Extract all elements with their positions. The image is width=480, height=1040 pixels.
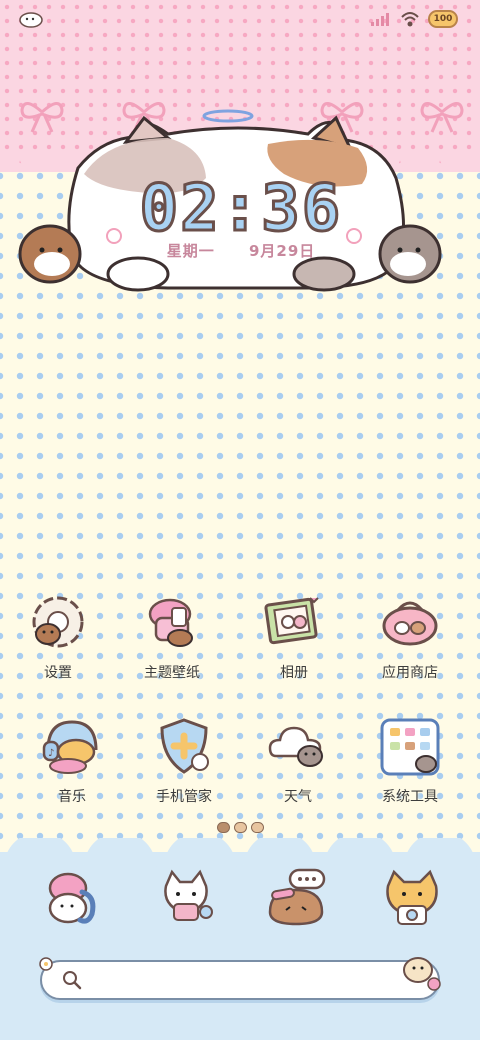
app-label: 设置 [44, 665, 72, 681]
phone-bunny-icon[interactable] [40, 866, 104, 930]
tools-folder-icon [380, 718, 440, 776]
theme-bunny-icon [148, 598, 193, 647]
flower-icon [39, 957, 53, 971]
page-dot-3[interactable] [250, 822, 264, 833]
app-label: 手机管家 [156, 789, 212, 805]
app-label: 天气 [284, 789, 312, 805]
app-label: 系统工具 [382, 789, 438, 805]
weather-cloud-icon [268, 726, 323, 767]
signal-icon [371, 13, 389, 26]
app-theme[interactable]: 主题壁纸 [122, 592, 222, 702]
clock-date: 星期一 9月29日 [18, 240, 464, 261]
status-bar: 100 [0, 0, 480, 36]
app-phone-manager[interactable]: 手机管家 [134, 716, 234, 826]
page-dot-1[interactable] [216, 822, 230, 833]
sheep-mascot-icon [19, 12, 43, 28]
clock-time: 02:36 [138, 171, 343, 248]
gear-bunny-icon [32, 596, 84, 648]
app-store[interactable]: 应用商店 [360, 592, 460, 702]
weekday-label: 星期一 [166, 242, 215, 260]
app-gallery[interactable]: 相册 [244, 592, 344, 702]
page-dot-2[interactable] [233, 822, 247, 833]
shield-plus-icon [160, 718, 209, 774]
wifi-icon [401, 12, 419, 27]
messages-cat-icon[interactable] [154, 866, 218, 930]
camera-hamster-icon[interactable] [380, 866, 444, 930]
clock-widget[interactable]: 02:36 星期一 9月29日 [18, 108, 464, 298]
app-label: 主题壁纸 [144, 665, 200, 681]
shop-bag-icon [382, 601, 438, 646]
dock [0, 838, 480, 1040]
app-weather[interactable]: 天气 [248, 716, 348, 826]
music-headphones-icon: ♪ [42, 720, 98, 774]
chat-bread-icon[interactable] [266, 866, 330, 930]
app-label: 应用商店 [382, 665, 438, 681]
page-indicator[interactable] [0, 822, 480, 833]
date-label: 9月29日 [248, 242, 316, 260]
search-input[interactable] [90, 968, 390, 992]
svg-text:♪: ♪ [48, 748, 54, 759]
photo-frame-icon [264, 597, 319, 645]
app-label: 相册 [280, 665, 308, 681]
app-label: 音乐 [58, 789, 86, 805]
hamster-mascot-icon [403, 957, 441, 991]
dock-cloud-edge [0, 838, 480, 868]
battery-indicator: 100 [428, 10, 458, 28]
app-system-tools[interactable]: 系统工具 [360, 716, 460, 826]
app-music[interactable]: ♪ 音乐 [22, 716, 122, 826]
app-settings[interactable]: 设置 [8, 592, 108, 702]
search-icon[interactable] [62, 970, 82, 990]
search-bar[interactable] [39, 957, 441, 1000]
